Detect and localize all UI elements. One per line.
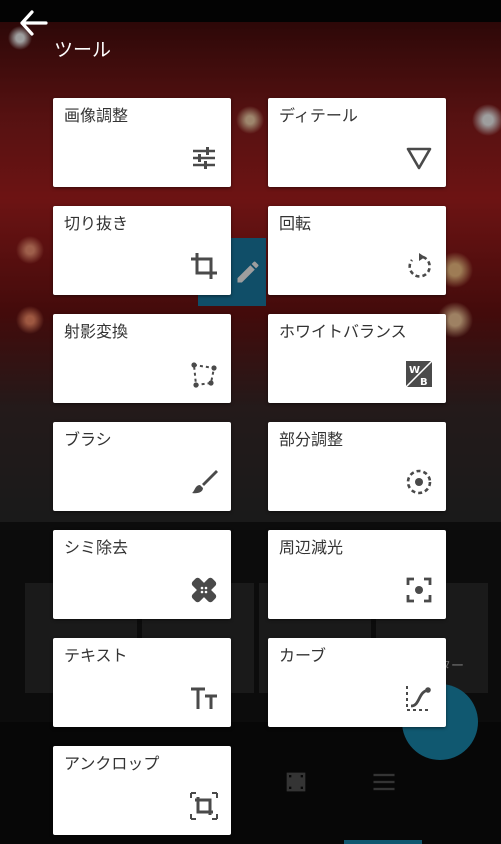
tool-text[interactable]: テキスト <box>53 638 231 727</box>
tool-brush[interactable]: ブラシ <box>53 422 231 511</box>
vignette-icon <box>404 575 434 605</box>
tool-perspective[interactable]: 射影変換 <box>53 314 231 403</box>
details-triangle-icon <box>404 143 434 173</box>
tune-sliders-icon <box>189 143 219 173</box>
tool-label: 切り抜き <box>64 214 129 233</box>
tool-label: 周辺減光 <box>279 538 344 557</box>
brush-icon <box>189 467 219 497</box>
tool-rotate[interactable]: 回転 <box>268 206 446 295</box>
tool-label: 回転 <box>279 214 312 233</box>
tool-white-balance[interactable]: ホワイトバランス W B <box>268 314 446 403</box>
tool-crop[interactable]: 切り抜き <box>53 206 231 295</box>
arrow-left-icon <box>18 10 50 42</box>
white-balance-icon: W B <box>404 359 434 389</box>
tool-label: 部分調整 <box>279 430 344 449</box>
tool-label: ブラシ <box>64 430 112 449</box>
tool-label: 画像調整 <box>64 106 129 125</box>
curves-icon <box>404 683 434 713</box>
tool-label: シミ除去 <box>64 538 129 557</box>
tool-label: テキスト <box>64 646 128 665</box>
svg-text:W: W <box>409 365 420 376</box>
back-button[interactable] <box>18 8 52 38</box>
tool-label: 射影変換 <box>64 322 129 341</box>
perspective-icon <box>189 359 219 389</box>
tool-curves[interactable]: カーブ <box>268 638 446 727</box>
svg-text:B: B <box>420 377 428 388</box>
selective-adjust-icon <box>404 467 434 497</box>
page-title: ツール <box>54 39 112 61</box>
crop-icon <box>189 251 219 281</box>
tool-label: アンクロップ <box>64 754 160 773</box>
healing-bandage-icon <box>189 575 219 605</box>
rotate-icon <box>404 251 434 281</box>
text-icon <box>189 683 219 713</box>
tool-label: ホワイトバランス <box>279 322 407 341</box>
tool-healing[interactable]: シミ除去 <box>53 530 231 619</box>
expand-crop-icon <box>189 791 219 821</box>
tool-image-adjust[interactable]: 画像調整 <box>53 98 231 187</box>
tool-selective[interactable]: 部分調整 <box>268 422 446 511</box>
tool-vignette[interactable]: 周辺減光 <box>268 530 446 619</box>
tool-expand[interactable]: アンクロップ <box>53 746 231 835</box>
tool-label: カーブ <box>279 646 327 665</box>
tool-label: ディテール <box>279 106 358 125</box>
tool-details[interactable]: ディテール <box>268 98 446 187</box>
